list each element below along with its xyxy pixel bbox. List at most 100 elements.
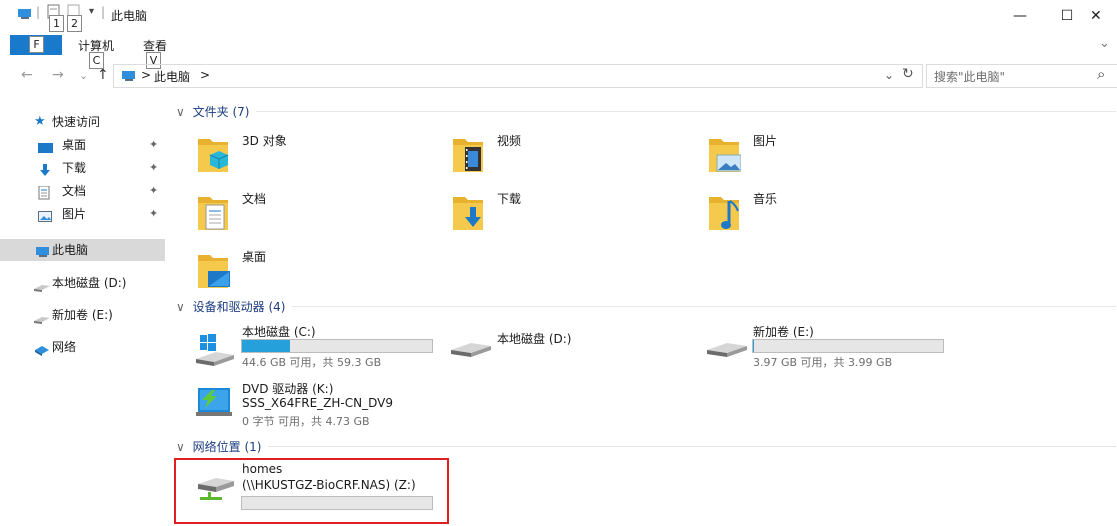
- folder-music[interactable]: 音乐: [687, 185, 937, 237]
- folder-desktop[interactable]: 桌面: [176, 243, 426, 295]
- forward-button[interactable]: →: [52, 67, 64, 83]
- drive-dvd-k[interactable]: DVD 驱动器 (K:) SSS_X64FRE_ZH-CN_DV9 0 字节 可…: [176, 380, 446, 440]
- sidebar-item-label: 桌面: [62, 138, 87, 152]
- breadcrumb-this-pc[interactable]: 此电脑: [154, 68, 190, 85]
- sidebar-item-desktop[interactable]: 桌面 ✦: [0, 134, 165, 156]
- folder-3d-objects[interactable]: 3D 对象: [176, 127, 426, 179]
- search-icon[interactable]: ⌕: [1097, 65, 1105, 83]
- desktop-icon: [38, 139, 53, 153]
- folder-pictures[interactable]: 图片: [687, 127, 937, 179]
- drive-c[interactable]: 本地磁盘 (C:) 44.6 GB 可用，共 59.3 GB: [176, 323, 446, 383]
- music-folder-icon: [709, 197, 739, 230]
- up-button[interactable]: ↑: [97, 67, 109, 83]
- sidebar-item-pictures[interactable]: 图片 ✦: [0, 203, 165, 225]
- videos-folder-icon: [453, 139, 483, 172]
- folder-videos[interactable]: 视频: [431, 127, 681, 179]
- folder-name: 下载: [497, 192, 522, 206]
- pin-icon: ✦: [149, 161, 159, 174]
- navigation-pane: ★ 快速访问 桌面 ✦ 下载 ✦ 文档 ✦ 图片 ✦ 此电脑 本地磁盘 (D:)…: [0, 90, 165, 526]
- group-header-network[interactable]: ∨ 网络位置 (1): [176, 438, 1116, 455]
- ribbon-expand-button[interactable]: ⌄: [1099, 36, 1110, 51]
- drive-free-space: 44.6 GB 可用，共 59.3 GB: [242, 356, 382, 369]
- group-title: 网络位置 (1): [192, 440, 262, 454]
- network-location-path: (\\HKUSTGZ-BioCRF.NAS) (Z:): [242, 478, 416, 492]
- drive-free-space: 0 字节 可用，共 4.73 GB: [242, 415, 370, 428]
- pictures-folder-icon: [709, 139, 741, 172]
- address-dropdown-button[interactable]: ⌄: [884, 68, 894, 82]
- group-header-folders[interactable]: ∨ 文件夹 (7): [176, 103, 1116, 120]
- drive-usage-fill: [242, 340, 290, 352]
- breadcrumb-chevron[interactable]: >: [141, 68, 151, 82]
- drive-usage-bar: [241, 496, 433, 510]
- this-pc-icon: [17, 7, 33, 24]
- tab-file-key: F: [29, 36, 44, 53]
- ribbon-tabs: 文件 F 计算机 C 查看 V ⌄: [0, 32, 1117, 69]
- close-button[interactable]: ✕: [1090, 4, 1117, 28]
- this-pc-icon: [35, 244, 49, 257]
- dvd-drive-icon: [196, 388, 232, 416]
- sidebar-item-downloads[interactable]: 下载 ✦: [0, 157, 165, 179]
- sidebar-item-drive-d[interactable]: 本地磁盘 (D:): [0, 272, 165, 294]
- document-icon: [38, 185, 52, 200]
- sidebar-item-quick-access[interactable]: ★ 快速访问: [0, 111, 165, 133]
- title-bar: | 1 2 ▾ | 此电脑 — ☐ ✕: [0, 0, 1117, 32]
- folder-name: 文档: [242, 192, 267, 206]
- drive-name: 本地磁盘 (C:): [242, 325, 316, 339]
- sidebar-item-label: 本地磁盘 (D:): [52, 276, 127, 290]
- hard-drive-icon: [34, 309, 50, 324]
- sidebar-item-drive-e[interactable]: 新加卷 (E:): [0, 304, 165, 326]
- drive-usage-bar: [241, 339, 433, 353]
- sidebar-item-label: 此电脑: [52, 243, 89, 257]
- sidebar-item-label: 文档: [62, 184, 87, 198]
- desktop-folder-icon: [198, 255, 230, 288]
- recent-locations-button[interactable]: ⌄: [79, 69, 88, 82]
- search-box[interactable]: 搜索"此电脑" ⌕: [926, 64, 1117, 88]
- minimize-button[interactable]: —: [998, 4, 1042, 28]
- title-separator-2: |: [101, 5, 106, 19]
- sidebar-item-documents[interactable]: 文档 ✦: [0, 180, 165, 202]
- drive-usage-bar: [752, 339, 944, 353]
- this-pc-icon: [121, 69, 137, 86]
- sidebar-item-network[interactable]: 网络: [0, 336, 165, 358]
- address-bar[interactable]: > 此电脑 > ⌄ ↻: [113, 64, 923, 88]
- qat-customize-dropdown[interactable]: ▾: [89, 6, 94, 17]
- network-drive-z[interactable]: homes (\\HKUSTGZ-BioCRF.NAS) (Z:): [176, 462, 446, 522]
- chevron-down-icon: ∨: [176, 300, 185, 314]
- sidebar-item-this-pc[interactable]: 此电脑: [0, 239, 165, 261]
- group-header-devices[interactable]: ∨ 设备和驱动器 (4): [176, 298, 1116, 315]
- breadcrumb-chevron-2[interactable]: >: [200, 68, 210, 82]
- network-location-name: homes: [242, 462, 283, 476]
- qat-key-1: 1: [49, 15, 64, 32]
- back-button[interactable]: ←: [21, 67, 33, 83]
- search-input[interactable]: 搜索"此电脑": [934, 68, 1005, 85]
- hard-drive-icon: [34, 277, 50, 292]
- group-divider: [256, 111, 1116, 112]
- folder-name: 图片: [753, 134, 778, 148]
- folder-downloads[interactable]: 下载: [431, 185, 681, 237]
- maximize-button[interactable]: ☐: [1045, 4, 1089, 28]
- drive-name: 新加卷 (E:): [753, 325, 814, 339]
- download-icon: [38, 162, 52, 176]
- folder-documents[interactable]: 文档: [176, 185, 426, 237]
- chevron-down-icon: ∨: [176, 105, 185, 119]
- group-divider: [292, 306, 1116, 307]
- folder-name: 视频: [497, 134, 522, 148]
- address-bar-row: ← → ⌄ ↑ > 此电脑 > ⌄ ↻ 搜索"此电脑" ⌕: [0, 62, 1117, 88]
- sidebar-item-label: 新加卷 (E:): [52, 308, 113, 322]
- pin-icon: ✦: [149, 184, 159, 197]
- 3d-objects-folder-icon: [198, 139, 229, 172]
- windows-drive-icon: [196, 334, 234, 366]
- drive-e[interactable]: 新加卷 (E:) 3.97 GB 可用，共 3.99 GB: [687, 323, 957, 383]
- refresh-button[interactable]: ↻: [902, 66, 914, 82]
- sidebar-item-label: 下载: [62, 161, 87, 175]
- sidebar-item-label: 快速访问: [52, 115, 101, 129]
- drive-d[interactable]: 本地磁盘 (D:): [431, 323, 681, 383]
- pictures-icon: [38, 208, 52, 222]
- folder-name: 桌面: [242, 250, 267, 264]
- documents-folder-icon: [198, 197, 228, 230]
- title-separator: |: [36, 5, 41, 19]
- sidebar-item-label: 图片: [62, 207, 87, 221]
- network-drive-icon: [198, 478, 234, 500]
- drive-volume-label: SSS_X64FRE_ZH-CN_DV9: [242, 396, 393, 410]
- group-title: 设备和驱动器 (4): [192, 300, 286, 314]
